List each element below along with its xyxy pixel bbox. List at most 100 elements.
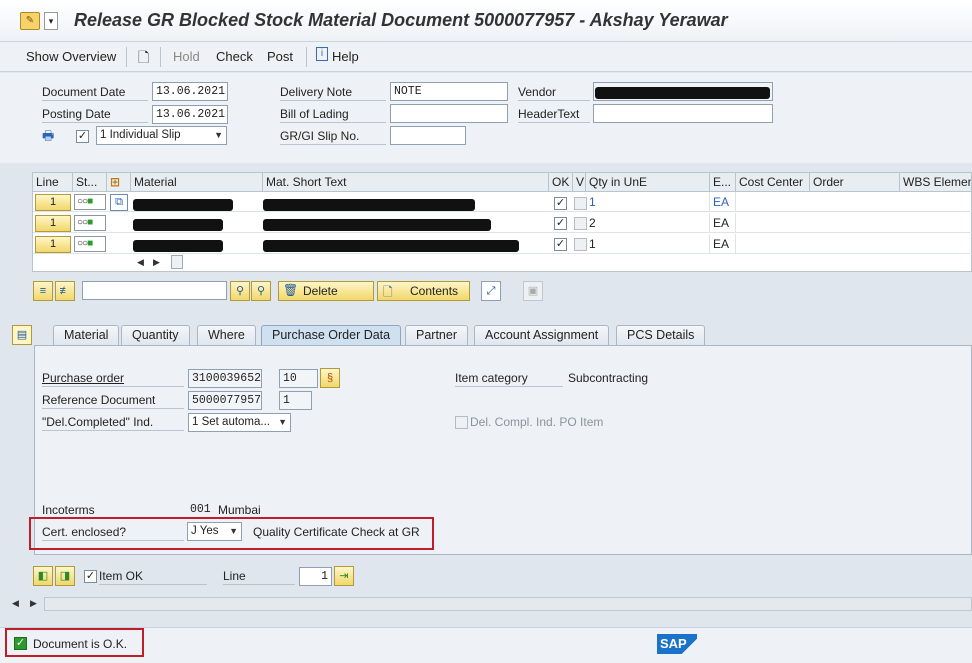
sap-logo: SAP [657,634,697,654]
po-display-icon[interactable]: § [320,368,340,388]
col-cost-center[interactable]: Cost Center [736,173,810,192]
status-light: ○○■ [74,215,106,231]
tab-purchase-order-data[interactable]: Purchase Order Data [261,325,402,345]
items-table: Line St... ⊞ Material Mat. Short Text OK… [32,172,972,272]
item-ok-checkbox[interactable]: ✓ [84,570,97,583]
table-scrollbar-thumb[interactable] [171,255,183,269]
toolbar-separator [126,47,127,67]
qty-cell[interactable]: 1 [586,192,710,212]
line-button[interactable]: 1 [35,194,71,211]
gr-gi-slip-label: GR/GI Slip No. [280,129,386,145]
col-qty[interactable]: Qty in UnE [586,173,710,192]
reference-document-label: Reference Document [42,393,184,409]
horizontal-scrollbar[interactable] [44,597,972,611]
posting-date-label: Posting Date [42,107,148,123]
document-icon: 🗋 [383,285,393,299]
contents-button[interactable]: 🗋 Contents [377,281,470,301]
col-line[interactable]: Line [33,173,73,192]
scroll-right-icon[interactable]: ▶ [153,257,160,268]
find-icon[interactable]: ⚲ [230,281,250,301]
header-text-label: HeaderText [518,107,590,123]
window-title: Release GR Blocked Stock Material Docume… [74,10,728,30]
delivery-note-field[interactable]: NOTE [390,82,508,101]
ok-checkbox[interactable]: ✓ [554,238,567,251]
item-detail-icon[interactable]: ⧉ [110,194,128,211]
item-category-label: Item category [455,371,563,387]
slip-type-select[interactable]: 1 Individual Slip [96,126,227,145]
delete-button[interactable]: 🗑 Delete [278,281,374,301]
line-button[interactable]: 1 [35,215,71,232]
line-label: Line [223,569,295,585]
select-all-icon[interactable]: ≡ [33,281,53,301]
post-button[interactable]: Post [267,49,293,64]
header-text-field[interactable] [593,104,773,123]
col-status[interactable]: St... [73,173,107,192]
ok-checkbox[interactable]: ✓ [554,217,567,230]
toolbar-separator [306,47,307,67]
col-unit[interactable]: E... [710,173,736,192]
new-document-icon[interactable]: 🗋 [138,47,149,71]
hold-button[interactable]: Hold [173,49,200,64]
previous-item-icon[interactable]: ◧ [33,566,53,586]
scroll-right-icon[interactable]: ▶ [30,598,37,609]
title-bar: ✎ ▾ Release GR Blocked Stock Material Do… [0,0,972,42]
tab-material[interactable]: Material [53,325,120,345]
line-button[interactable]: 1 [35,236,71,253]
ok-checkbox[interactable]: ✓ [554,197,567,210]
col-material[interactable]: Material [131,173,263,192]
tab-where[interactable]: Where [197,325,256,345]
find-next-icon[interactable]: ⚲ [251,281,271,301]
qty-cell[interactable]: 1 [586,234,710,254]
gr-gi-slip-field[interactable] [390,126,466,145]
posting-date-field[interactable]: 13.06.2021 [152,105,228,124]
highlight-status [5,628,144,657]
purchase-order-field: 3100039652 [188,369,262,388]
tab-quantity[interactable]: Quantity [121,325,190,345]
col-mat-short-text[interactable]: Mat. Short Text [263,173,549,192]
reference-document-field: 5000077957 [188,391,262,410]
help-icon[interactable]: i [316,47,328,61]
bill-of-lading-field[interactable] [390,104,508,123]
unit-cell: EA [710,192,736,212]
deselect-all-icon[interactable]: ≢ [55,281,75,301]
tab-pcs-details[interactable]: PCS Details [616,325,706,345]
help-button[interactable]: Help [332,49,359,64]
redacted-material [133,199,233,211]
col-wbs-element[interactable]: WBS Element [900,173,972,192]
scroll-left-icon[interactable]: ◀ [137,257,144,268]
check-button[interactable]: Check [216,49,253,64]
qty-cell[interactable]: 2 [586,213,710,233]
incoterms-label: Incoterms [42,503,95,517]
col-v[interactable]: V [573,173,586,192]
toolbar-separator [160,47,161,67]
system-menu-icon[interactable]: ▾ [44,12,58,30]
document-date-field[interactable]: 13.06.2021 [152,82,228,101]
column-settings-icon[interactable]: ⊞ [107,173,131,192]
show-overview-button[interactable]: Show Overview [26,49,116,64]
expand-icon[interactable]: ⤢ [481,281,501,301]
tab-account-assignment[interactable]: Account Assignment [474,325,610,345]
redacted-material [133,240,223,252]
collapse-detail-icon[interactable]: ▤ [12,325,32,345]
next-item-icon[interactable]: ◨ [55,566,75,586]
unit-cell: EA [710,234,736,254]
item-search-input[interactable] [82,281,227,300]
scroll-left-icon[interactable]: ◀ [12,598,19,609]
line-field[interactable]: 1 [299,567,332,586]
printer-icon[interactable]: 🖶 [42,127,54,149]
contents-button-label: Contents [410,284,459,298]
tab-partner[interactable]: Partner [405,325,468,345]
incoterms-code: 001 [190,503,211,516]
trash-icon: 🗑 [283,283,299,297]
purchase-order-label[interactable]: Purchase order [42,371,184,387]
del-completed-select[interactable]: 1 Set automa... [188,413,291,432]
status-bar [0,627,972,663]
redacted-short-text [263,240,519,252]
print-checkbox[interactable]: ✓ [76,130,89,143]
col-ok[interactable]: OK [549,173,573,192]
col-order[interactable]: Order [810,173,900,192]
transaction-icon[interactable]: ✎ [20,12,40,30]
go-to-line-icon[interactable]: ⇥ [334,566,354,586]
status-light: ○○■ [74,236,106,252]
redacted-vendor [595,87,770,99]
